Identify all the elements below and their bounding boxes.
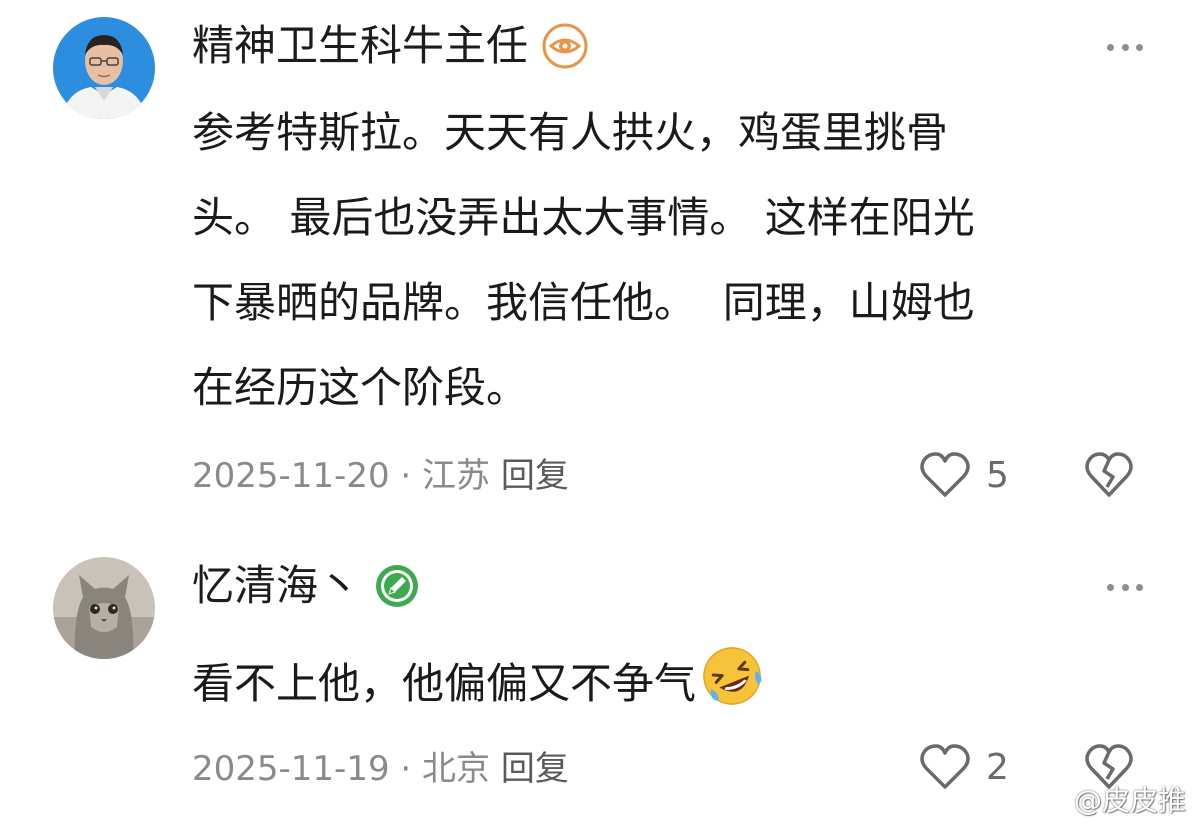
rolling-laughing-emoji [703, 647, 762, 705]
pencil-badge-icon [376, 565, 419, 607]
dot-icon [1136, 43, 1143, 51]
comment-item: 精神卫生科牛主任 参考特斯拉。天天有人拱火，鸡蛋里挑骨 头。 最后也没弄出太大事… [0, 0, 1200, 520]
like-count: 2 [986, 746, 1009, 788]
eye-badge-icon [542, 23, 588, 69]
avatar-image [53, 557, 155, 659]
dot-icon [1107, 583, 1114, 591]
weibo-logo-icon [1034, 787, 1067, 813]
comment-meta: 2025-11-19 · 北京 回复 [192, 748, 569, 790]
dot-icon [1121, 583, 1129, 591]
comment-meta: 2025-11-20 · 江苏 回复 [192, 455, 569, 497]
heart-icon [920, 744, 970, 789]
comment-date: 2025-11-20 [192, 456, 390, 496]
comment-text: 看不上他，他偏偏又不争气 [192, 659, 697, 708]
more-options-button[interactable] [1107, 582, 1143, 592]
username[interactable]: 忆清海丶 [192, 560, 360, 612]
comment-text: 参考特斯拉。天天有人拱火，鸡蛋里挑骨 头。 最后也没弄出太大事情。 这样在阳光 … [192, 108, 975, 412]
broken-heart-icon[interactable] [1083, 451, 1135, 499]
dot-icon [1121, 43, 1129, 51]
watermark-text: @皮皮推 [1073, 784, 1186, 817]
avatar[interactable] [53, 17, 155, 119]
like-count: 5 [986, 454, 1009, 496]
comment-text-row: 看不上他，他偏偏又不争气 [192, 640, 1152, 726]
avatar-image [53, 17, 155, 119]
username[interactable]: 精神卫生科牛主任 [192, 20, 528, 72]
more-options-button[interactable] [1107, 42, 1143, 52]
avatar[interactable] [53, 557, 155, 659]
like-button[interactable]: 2 [918, 742, 1009, 792]
watermark: @皮皮推 [1034, 779, 1186, 819]
like-button[interactable]: 5 [918, 450, 1009, 500]
comment-location: 北京 [422, 749, 491, 789]
comment-username-row: 精神卫生科牛主任 [192, 20, 588, 72]
reply-button[interactable]: 回复 [501, 456, 569, 496]
reply-button[interactable]: 回复 [501, 749, 569, 789]
comment-location: 江苏 [422, 456, 491, 496]
comment-item: 忆清海丶 看不上他，他偏偏又不争气 2025-11-19 · 北京 回复 2 [0, 520, 1200, 827]
meta-separator: · [389, 749, 423, 789]
dot-icon [1136, 583, 1143, 591]
heart-icon [920, 452, 970, 497]
comment-date: 2025-11-19 [192, 749, 390, 789]
meta-separator: · [389, 456, 423, 496]
comment-username-row: 忆清海丶 [192, 560, 420, 612]
dot-icon [1107, 43, 1114, 51]
